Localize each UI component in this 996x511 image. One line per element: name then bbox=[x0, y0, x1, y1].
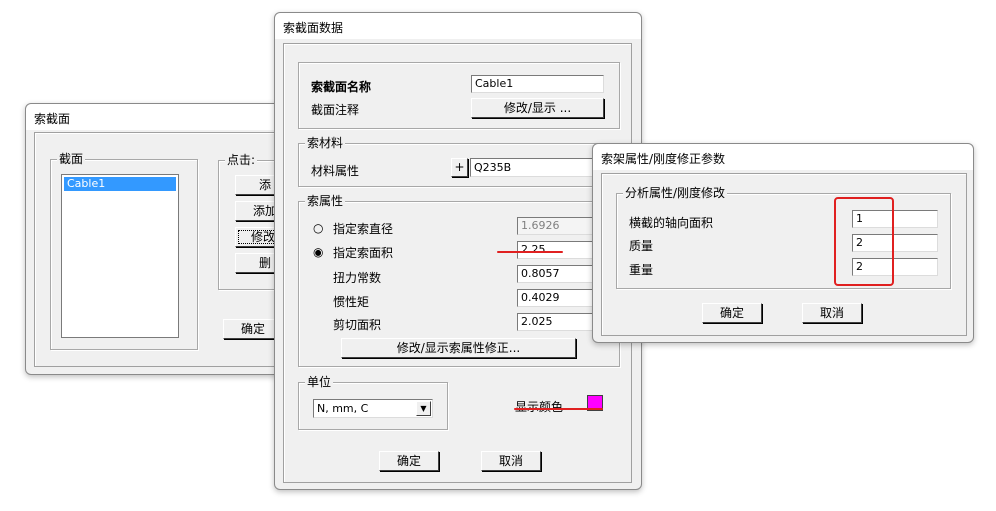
units-legend: 单位 bbox=[305, 375, 334, 389]
cable-cancel-button[interactable]: 取消 bbox=[481, 451, 541, 471]
annotation-underline-area bbox=[497, 251, 563, 253]
inertia-label: 惯性矩 bbox=[333, 295, 370, 309]
diameter-input[interactable]: 1.6926 bbox=[517, 217, 597, 235]
cable-section-dialog: 索截面数据 索截面名称 Cable1 截面注释 修改/显示 ... 索材料 材料… bbox=[274, 12, 642, 490]
shear-label: 剪切面积 bbox=[333, 318, 382, 332]
sections-listbox[interactable]: Cable1 bbox=[61, 174, 179, 338]
material-prop-label: 材料属性 bbox=[311, 164, 360, 178]
modifiers-dialog-body: 分析属性/刚度修改 横截的轴向面积 1 质量 2 重量 2 确定 取消 bbox=[601, 173, 967, 336]
name-input[interactable]: Cable1 bbox=[471, 75, 604, 93]
section-dialog: 索截面 截面 Cable1 点击: 添 添加 修改/ 删 确定 bbox=[25, 103, 295, 375]
annotation-box-modifiers bbox=[834, 197, 894, 286]
units-group: 单位 N, mm, C ▼ bbox=[298, 375, 448, 430]
units-select[interactable]: N, mm, C ▼ bbox=[313, 399, 433, 418]
shear-input[interactable]: 2.025 bbox=[517, 313, 597, 331]
name-group: 索截面名称 Cable1 截面注释 修改/显示 ... bbox=[298, 62, 620, 129]
section-dialog-body: 截面 Cable1 点击: 添 添加 修改/ 删 确定 bbox=[34, 132, 295, 367]
annotation-underline-color bbox=[514, 408, 603, 410]
modifiers-dialog: 索架属性/刚度修正参数 分析属性/刚度修改 横截的轴向面积 1 质量 2 重量 … bbox=[592, 143, 974, 343]
diameter-label: 指定索直径 bbox=[333, 222, 394, 236]
material-select-value: Q235B bbox=[474, 161, 512, 174]
material-plus-button[interactable]: + bbox=[451, 158, 468, 177]
list-item[interactable]: Cable1 bbox=[64, 177, 176, 191]
sections-group: 截面 Cable1 bbox=[50, 152, 198, 350]
weight-label: 重量 bbox=[629, 263, 654, 277]
modifiers-ok-button[interactable]: 确定 bbox=[702, 303, 762, 323]
torsion-input[interactable]: 0.8057 bbox=[517, 265, 597, 283]
inertia-input[interactable]: 0.4029 bbox=[517, 289, 597, 307]
cable-dialog-title: 索截面数据 bbox=[275, 13, 641, 39]
modify-props-button[interactable]: 修改/显示索属性修正... bbox=[341, 338, 576, 358]
diameter-radio[interactable]: ○ bbox=[313, 222, 325, 234]
material-group: 索材料 材料属性 + Q235B bbox=[298, 136, 620, 187]
material-legend: 索材料 bbox=[305, 136, 346, 150]
chevron-down-icon[interactable]: ▼ bbox=[416, 401, 431, 416]
section-dialog-title: 索截面 bbox=[26, 104, 286, 130]
name-label: 索截面名称 bbox=[311, 80, 372, 94]
modifiers-dialog-title: 索架属性/刚度修正参数 bbox=[593, 144, 973, 170]
modifiers-cancel-button[interactable]: 取消 bbox=[802, 303, 862, 323]
cable-props-group: 索属性 ○ 指定索直径 1.6926 ◉ 指定索面积 2.25 扭力常数 0.8… bbox=[298, 194, 620, 367]
modifiers-legend: 分析属性/刚度修改 bbox=[623, 186, 728, 200]
note-label: 截面注释 bbox=[311, 103, 360, 117]
axial-area-label: 横截的轴向面积 bbox=[629, 216, 714, 230]
units-select-value: N, mm, C bbox=[317, 402, 369, 415]
mass-label: 质量 bbox=[629, 239, 654, 253]
click-legend: 点击: bbox=[225, 153, 258, 167]
area-label: 指定索面积 bbox=[333, 246, 394, 260]
area-input[interactable]: 2.25 bbox=[517, 241, 597, 259]
props-legend: 索属性 bbox=[305, 194, 346, 208]
area-radio[interactable]: ◉ bbox=[313, 246, 325, 258]
modify-show-button[interactable]: 修改/显示 ... bbox=[471, 98, 604, 118]
cable-ok-button[interactable]: 确定 bbox=[379, 451, 439, 471]
torsion-label: 扭力常数 bbox=[333, 271, 382, 285]
modifiers-group: 分析属性/刚度修改 横截的轴向面积 1 质量 2 重量 2 bbox=[616, 186, 951, 289]
cable-dialog-body: 索截面名称 Cable1 截面注释 修改/显示 ... 索材料 材料属性 + Q… bbox=[283, 43, 632, 483]
sections-legend: 截面 bbox=[57, 152, 86, 166]
display-color-label: 显示颜色 bbox=[515, 400, 564, 414]
